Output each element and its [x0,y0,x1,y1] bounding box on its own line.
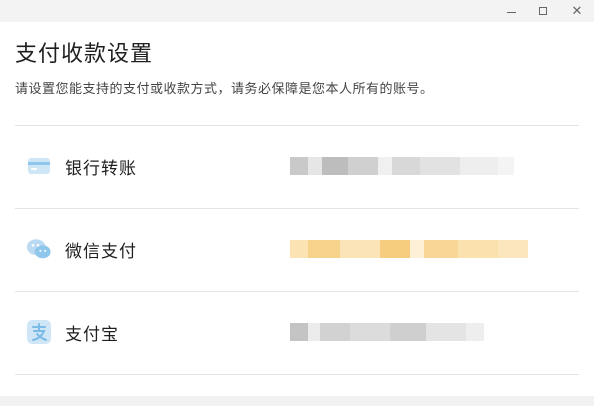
payment-method-list: 银行转账 微信支付 支付宝 [15,125,579,375]
payment-method-label: 微信支付 [65,242,137,262]
payment-method-bank[interactable]: 银行转账 [15,126,579,209]
page-title: 支付收款设置 [15,42,154,67]
minimize-icon [506,11,516,13]
masked-account-number [290,240,528,258]
footer-strip [0,396,594,406]
close-icon: ✕ [571,3,583,19]
wechat-icon [26,237,52,261]
maximize-button[interactable] [526,0,560,22]
payment-method-alipay[interactable]: 支付宝 [15,292,579,375]
payment-method-wechat[interactable]: 微信支付 [15,209,579,292]
minimize-button[interactable] [494,0,528,22]
masked-account-number [290,157,514,175]
alipay-icon [26,320,52,344]
payment-method-label: 银行转账 [65,159,137,179]
bank-card-icon [26,154,52,178]
window-titlebar: ✕ [0,0,594,22]
close-button[interactable]: ✕ [560,0,594,22]
payment-method-label: 支付宝 [65,325,119,345]
page-subtitle: 请设置您能支持的支付或收款方式，请务必保障是您本人所有的账号。 [15,82,434,97]
maximize-icon [539,7,547,15]
masked-account-number [290,323,484,341]
